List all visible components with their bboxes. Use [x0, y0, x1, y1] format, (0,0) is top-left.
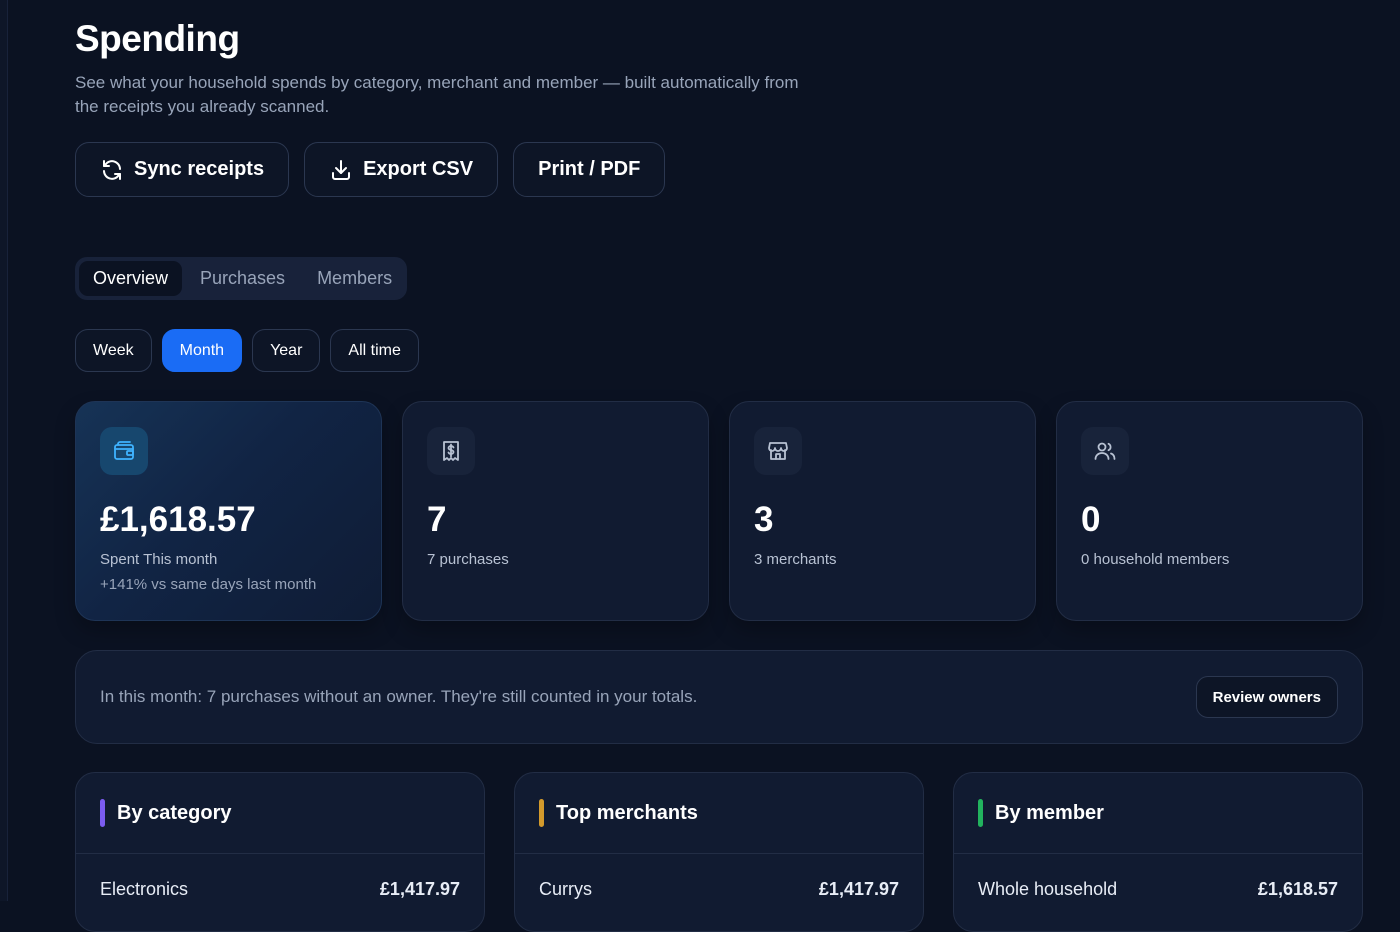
stat-cards: £1,618.57 Spent This month +141% vs same…	[75, 401, 1363, 621]
range-week-button[interactable]: Week	[75, 329, 152, 372]
users-icon	[1081, 427, 1129, 475]
stat-label: 7 purchases	[427, 551, 509, 568]
by-member-panel: By member Whole household £1,618.57	[953, 772, 1363, 932]
breakdown-panels: By category Electronics £1,417.97 Top me…	[75, 772, 1363, 932]
panel-title: By member	[995, 801, 1104, 824]
store-icon	[754, 427, 802, 475]
stat-comparison: +141% vs same days last month	[100, 576, 317, 593]
row-amount: £1,618.57	[1257, 879, 1338, 899]
panel-header: Top merchants	[515, 773, 923, 854]
accent-bar	[978, 799, 983, 827]
row-name: Whole household	[978, 879, 1118, 899]
tab-members[interactable]: Members	[303, 261, 406, 296]
stat-value: 7	[427, 500, 447, 539]
export-csv-button[interactable]: Export CSV	[304, 142, 499, 197]
panel-header: By member	[954, 773, 1362, 854]
sidebar-edge	[0, 0, 8, 901]
row-amount: £1,417.97	[818, 879, 899, 899]
row-name: Electronics	[100, 879, 189, 899]
top-merchants-panel: Top merchants Currys £1,417.97	[514, 772, 924, 932]
stat-card-spent: £1,618.57 Spent This month +141% vs same…	[75, 401, 382, 621]
stat-label: Spent This month	[100, 551, 218, 568]
action-bar: Sync receipts Export CSV Print / PDF	[75, 142, 666, 197]
print-pdf-label: Print / PDF	[538, 158, 641, 180]
accent-bar	[100, 799, 105, 827]
receipt-icon	[427, 427, 475, 475]
row-amount: £1,417.97	[379, 879, 460, 899]
panel-title: By category	[117, 801, 232, 824]
sync-receipts-button[interactable]: Sync receipts	[75, 142, 290, 197]
stat-value: £1,618.57	[100, 500, 256, 539]
wallet-icon	[100, 427, 148, 475]
print-pdf-button[interactable]: Print / PDF	[513, 142, 666, 197]
list-item[interactable]: Electronics £1,417.97	[100, 879, 460, 900]
review-owners-button[interactable]: Review owners	[1195, 676, 1338, 718]
tab-purchases[interactable]: Purchases	[186, 261, 299, 296]
export-csv-label: Export CSV	[363, 158, 474, 180]
list-item[interactable]: Whole household £1,618.57	[978, 879, 1338, 900]
by-category-panel: By category Electronics £1,417.97	[75, 772, 485, 932]
range-selector: Week Month Year All time	[75, 329, 419, 372]
stat-card-merchants: 3 3 merchants	[729, 401, 1036, 621]
accent-bar	[539, 799, 544, 827]
unowned-purchases-notice: In this month: 7 purchases without an ow…	[75, 650, 1363, 744]
range-all-time-button[interactable]: All time	[330, 329, 419, 372]
sync-receipts-label: Sync receipts	[134, 158, 265, 180]
stat-value: 3	[754, 500, 774, 539]
notice-message: In this month: 7 purchases without an ow…	[100, 687, 698, 706]
download-icon	[332, 159, 351, 180]
tab-overview[interactable]: Overview	[79, 261, 183, 296]
view-tabs: Overview Purchases Members	[75, 257, 407, 300]
stat-label: 0 household members	[1081, 551, 1230, 568]
row-name: Currys	[539, 879, 592, 899]
refresh-icon	[103, 159, 121, 180]
stat-label: 3 merchants	[754, 551, 837, 568]
panel-title: Top merchants	[556, 801, 698, 824]
page-subtitle: See what your household spends by catego…	[75, 73, 799, 116]
range-month-button[interactable]: Month	[161, 329, 243, 372]
page-title: Spending	[75, 18, 240, 59]
stat-value: 0	[1081, 500, 1101, 539]
stat-card-purchases: 7 7 purchases	[402, 401, 709, 621]
list-item[interactable]: Currys £1,417.97	[539, 879, 899, 900]
range-year-button[interactable]: Year	[252, 329, 321, 372]
stat-card-members: 0 0 household members	[1056, 401, 1363, 621]
panel-header: By category	[76, 773, 484, 854]
